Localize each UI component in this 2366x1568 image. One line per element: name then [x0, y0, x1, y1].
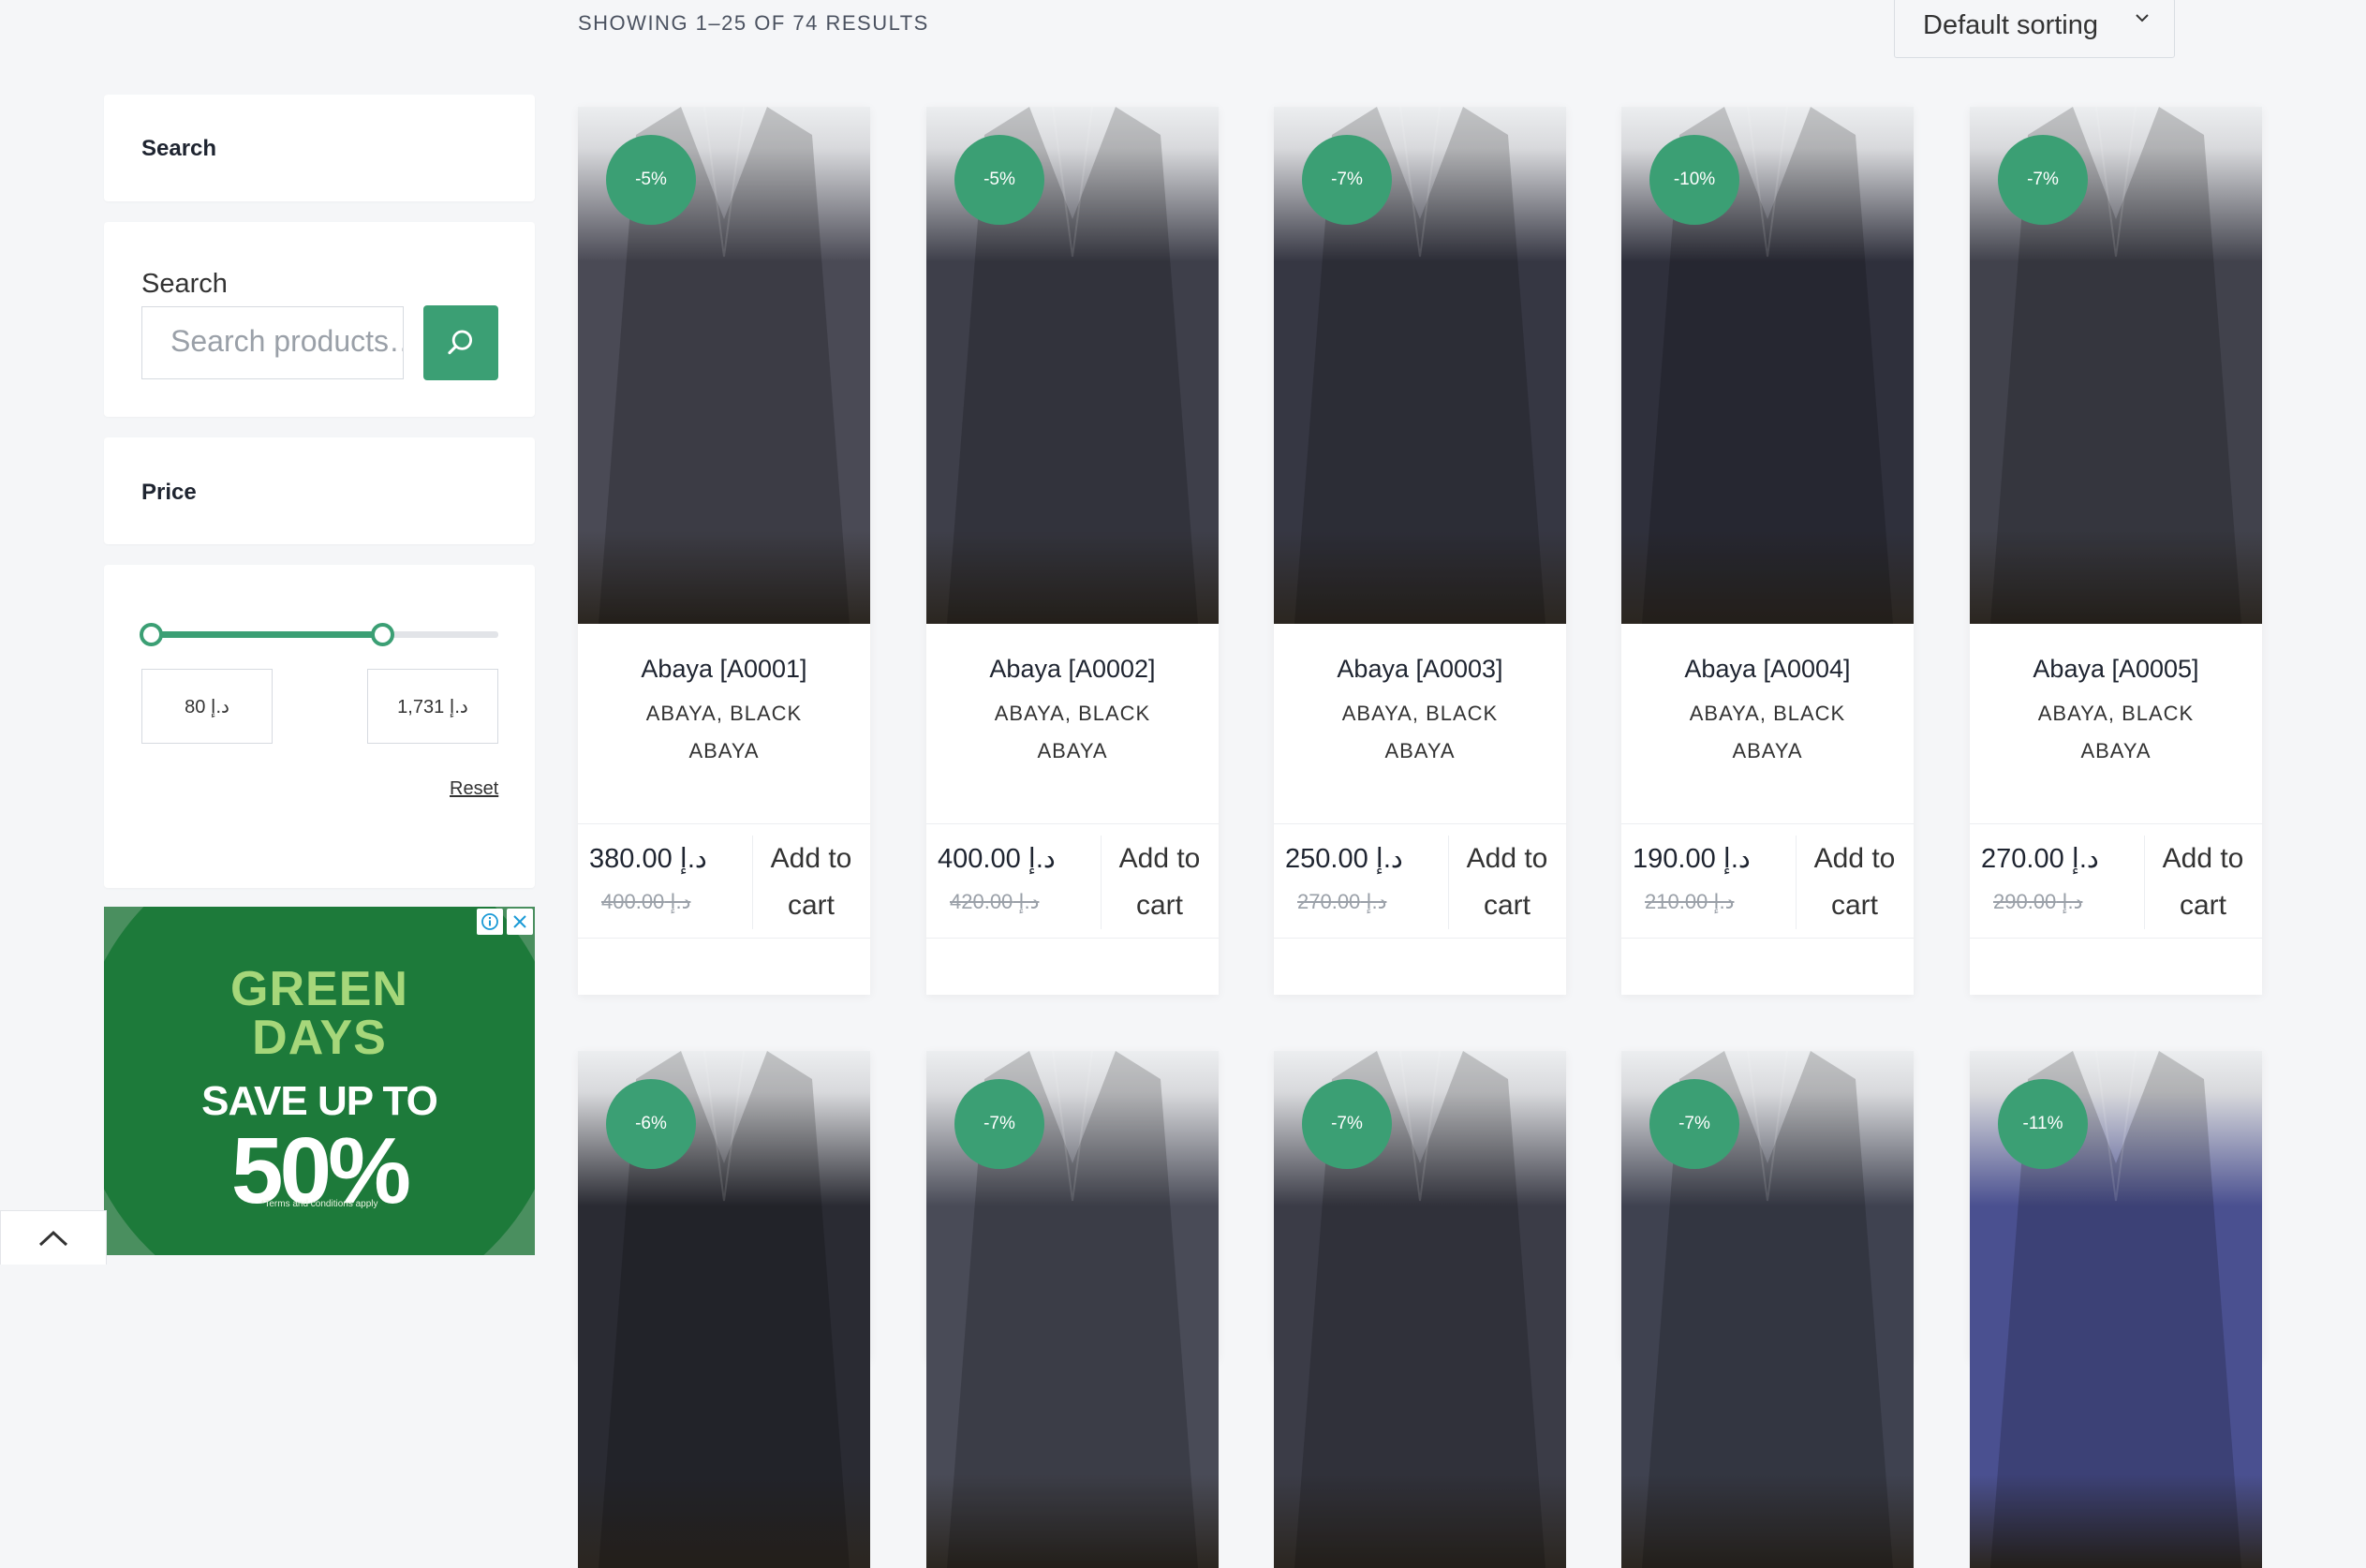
product-title[interactable]: Abaya [A0001]: [578, 655, 870, 684]
add-to-cart-button[interactable]: Add to cart: [752, 836, 870, 929]
price-max-input[interactable]: 1,731 د.إ: [367, 669, 498, 744]
card-divider: [1274, 938, 1566, 939]
chevron-down-icon: [2136, 14, 2149, 22]
product-categories[interactable]: ABAYA, BLACK ABAYA: [1678, 695, 1857, 770]
result-count: SHOWING 1–25 OF 74 RESULTS: [578, 11, 929, 35]
product-card[interactable]: -7%: [926, 1051, 1219, 1568]
sale-badge: -6%: [606, 1079, 696, 1169]
product-title[interactable]: Abaya [A0002]: [926, 655, 1219, 684]
back-to-top-button[interactable]: [0, 1210, 107, 1265]
product-title[interactable]: Abaya [A0005]: [1970, 655, 2262, 684]
ad-terms: *Terms and conditions apply: [260, 1199, 378, 1209]
product-categories[interactable]: ABAYA, BLACK ABAYA: [2026, 695, 2206, 770]
card-divider: [926, 938, 1219, 939]
search-widget-header: Search: [104, 95, 535, 201]
sale-badge: -5%: [954, 135, 1044, 225]
product-old-price: د.إ 290.00: [1993, 890, 2083, 913]
sale-badge: -7%: [1302, 1079, 1392, 1169]
search-label: Search: [141, 269, 228, 299]
card-divider: [1970, 938, 2262, 939]
product-card[interactable]: -11%: [1970, 1051, 2262, 1568]
price-slider-max-handle[interactable]: [371, 623, 394, 646]
sort-selected-label: Default sorting: [1923, 10, 2098, 40]
card-divider: [578, 938, 870, 939]
sale-badge: -11%: [1998, 1079, 2088, 1169]
product-title[interactable]: Abaya [A0004]: [1621, 655, 1914, 684]
product-old-price: د.إ 210.00: [1645, 890, 1735, 913]
sale-badge: -7%: [1649, 1079, 1739, 1169]
product-card[interactable]: -7% Abaya [A0003] ABAYA, BLACK ABAYA د.إ 25…: [1274, 107, 1566, 995]
product-price: د.إ 250.00: [1285, 844, 1403, 874]
product-image[interactable]: -7%: [1274, 1051, 1566, 1568]
ad-headline-line2: DAYS: [252, 1011, 387, 1065]
product-categories[interactable]: ABAYA, BLACK ABAYA: [634, 695, 814, 770]
product-card[interactable]: -5% Abaya [A0001] ABAYA, BLACK ABAYA د.إ 38…: [578, 107, 870, 995]
product-title[interactable]: Abaya [A0003]: [1274, 655, 1566, 684]
card-divider: [1970, 823, 2262, 824]
sale-badge: -7%: [1998, 135, 2088, 225]
product-price: د.إ 380.00: [589, 844, 707, 874]
sort-select[interactable]: Default sorting: [1894, 0, 2175, 58]
product-categories[interactable]: ABAYA, BLACK ABAYA: [1330, 695, 1510, 770]
product-image[interactable]: -7%: [1970, 107, 2262, 624]
product-image[interactable]: -7%: [1621, 1051, 1914, 1568]
card-divider: [926, 823, 1219, 824]
price-reset-link[interactable]: Reset: [450, 778, 498, 800]
search-widget-title: Search: [141, 136, 217, 161]
ad-headline-line1: GREEN: [230, 962, 408, 1016]
product-card[interactable]: -6%: [578, 1051, 870, 1568]
product-image[interactable]: -5%: [926, 107, 1219, 624]
product-price: د.إ 400.00: [938, 844, 1056, 874]
price-slider-range: [152, 631, 383, 638]
sale-badge: -5%: [606, 135, 696, 225]
sale-badge: -7%: [954, 1079, 1044, 1169]
price-widget-title: Price: [141, 480, 197, 505]
product-old-price: د.إ 420.00: [950, 890, 1040, 913]
product-price: د.إ 270.00: [1981, 844, 2099, 874]
product-image[interactable]: -6%: [578, 1051, 870, 1568]
product-image[interactable]: -11%: [1970, 1051, 2262, 1568]
product-old-price: د.إ 270.00: [1297, 890, 1387, 913]
search-button[interactable]: [423, 305, 498, 380]
ad-headline: GREEN DAYS: [104, 965, 535, 1062]
product-image[interactable]: -10%: [1621, 107, 1914, 624]
price-slider-min-handle[interactable]: [140, 623, 163, 646]
product-card[interactable]: -10% Abaya [A0004] ABAYA, BLACK ABAYA د.إ 1…: [1621, 107, 1914, 995]
product-price: د.إ 190.00: [1633, 844, 1751, 874]
add-to-cart-button[interactable]: Add to cart: [2144, 836, 2262, 929]
ad-banner[interactable]: GREEN DAYS SAVE UP TO 50% *Terms and con…: [104, 907, 535, 1255]
product-image[interactable]: -5%: [578, 107, 870, 624]
search-icon: [448, 330, 473, 355]
product-card[interactable]: -7% Abaya [A0005] ABAYA, BLACK ABAYA د.إ 27…: [1970, 107, 2262, 995]
product-image[interactable]: -7%: [926, 1051, 1219, 1568]
add-to-cart-button[interactable]: Add to cart: [1796, 836, 1914, 929]
product-card[interactable]: -7%: [1274, 1051, 1566, 1568]
price-widget-header: Price: [104, 437, 535, 544]
card-divider: [1621, 938, 1914, 939]
product-categories[interactable]: ABAYA, BLACK ABAYA: [983, 695, 1162, 770]
sale-badge: -10%: [1649, 135, 1739, 225]
sale-badge: -7%: [1302, 135, 1392, 225]
card-divider: [1274, 823, 1566, 824]
add-to-cart-button[interactable]: Add to cart: [1101, 836, 1219, 929]
price-min-input[interactable]: 80 د.إ: [141, 669, 273, 744]
search-input[interactable]: Search products…: [141, 306, 404, 379]
card-divider: [1621, 823, 1914, 824]
ad-info-icon[interactable]: [477, 909, 503, 935]
product-image[interactable]: -7%: [1274, 107, 1566, 624]
card-divider: [578, 823, 870, 824]
product-card[interactable]: -7%: [1621, 1051, 1914, 1568]
ad-close-icon[interactable]: [507, 909, 533, 935]
product-old-price: د.إ 400.00: [601, 890, 691, 913]
product-card[interactable]: -5% Abaya [A0002] ABAYA, BLACK ABAYA د.إ 40…: [926, 107, 1219, 995]
add-to-cart-button[interactable]: Add to cart: [1448, 836, 1566, 929]
chevron-up-icon: [38, 1230, 68, 1246]
